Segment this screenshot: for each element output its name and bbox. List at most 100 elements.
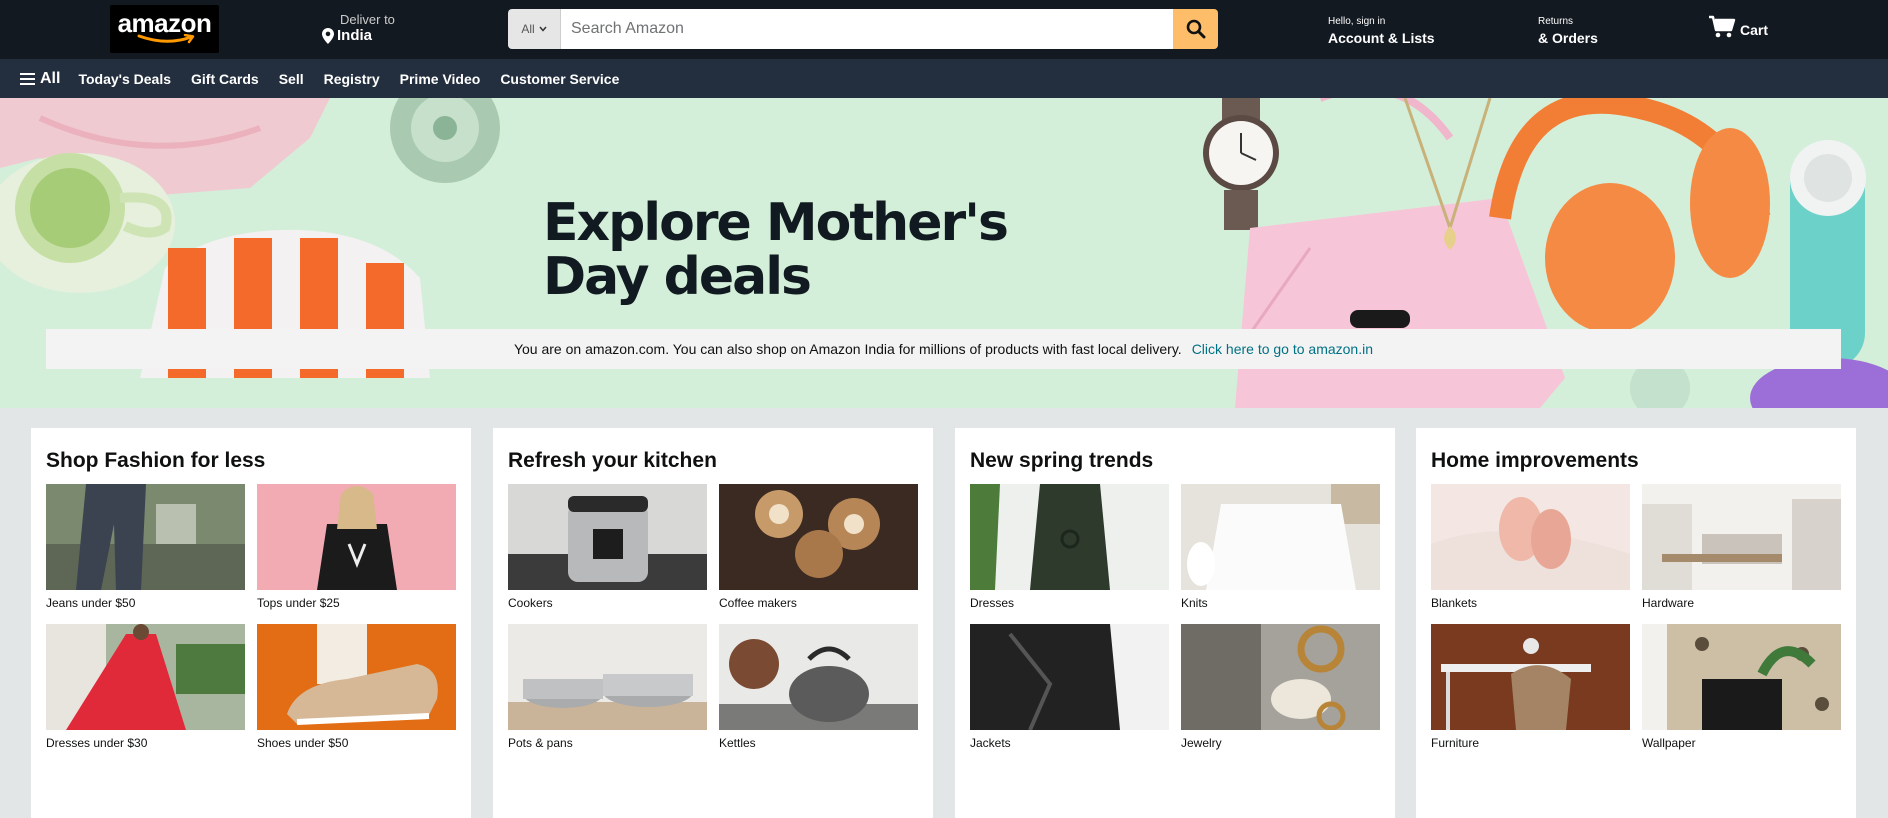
notice-text: You are on amazon.com. You can also shop… xyxy=(513,341,1182,357)
nav-all-menu[interactable]: All xyxy=(20,70,60,88)
pots-photo xyxy=(508,624,707,730)
cart-button[interactable]: Cart xyxy=(1708,14,1768,40)
tile-cookers[interactable]: Cookers xyxy=(508,484,707,610)
deliver-country-row: India xyxy=(322,27,395,44)
search-category-label: All xyxy=(521,22,535,36)
tile-label: Coffee makers xyxy=(719,596,797,610)
tile-image-coffee[interactable] xyxy=(719,484,918,590)
cart-label: Cart xyxy=(1740,22,1769,38)
pressure-cooker-photo xyxy=(508,484,707,590)
desk-chair-photo xyxy=(1431,624,1630,730)
tile-label: Jeans under $50 xyxy=(46,596,136,610)
sneaker-photo xyxy=(257,624,456,730)
tile-hardware[interactable]: Hardware xyxy=(1642,484,1841,610)
search-icon xyxy=(1186,19,1205,39)
wallpaper-photo xyxy=(1642,624,1841,730)
tile-shoes[interactable]: Shoes under $50 xyxy=(257,624,456,750)
search-bar: All xyxy=(508,9,1218,49)
tile-image-furniture[interactable] xyxy=(1431,624,1630,730)
nav-item-todays-deals[interactable]: Today's Deals xyxy=(78,71,171,87)
deliver-to-location[interactable]: Deliver to India xyxy=(322,12,395,44)
tile-image-jeans[interactable] xyxy=(46,484,245,590)
knit-sweater-photo xyxy=(1181,484,1380,590)
nav-item-gift-cards[interactable]: Gift Cards xyxy=(191,71,259,87)
smile-arrow-icon xyxy=(137,34,194,44)
jeans-photo xyxy=(46,484,245,590)
jewelry-photo xyxy=(1181,624,1380,730)
tile-label: Cookers xyxy=(508,596,553,610)
search-category-dropdown[interactable]: All xyxy=(508,9,561,49)
tile-jewelry[interactable]: Jewelry xyxy=(1181,624,1380,750)
location-pin-icon xyxy=(322,27,334,44)
tile-tops[interactable]: Tops under $25 xyxy=(257,484,456,610)
tile-coffee-makers[interactable]: Coffee makers xyxy=(719,484,918,610)
tile-image-kettles[interactable] xyxy=(719,624,918,730)
coffee-cups-photo xyxy=(719,484,918,590)
card-shop-fashion: Shop Fashion for less Jeans under $50 To… xyxy=(31,428,471,818)
search-button[interactable] xyxy=(1173,9,1218,49)
tile-image-knits[interactable] xyxy=(1181,484,1380,590)
cart-icon xyxy=(1709,15,1736,38)
tile-label: Jewelry xyxy=(1181,736,1222,750)
tile-image-tops[interactable] xyxy=(257,484,456,590)
tile-jeans[interactable]: Jeans under $50 xyxy=(46,484,245,610)
returns-label: Returns xyxy=(1538,16,1574,27)
tile-label: Blankets xyxy=(1431,596,1478,610)
card-title[interactable]: Shop Fashion for less xyxy=(46,448,456,474)
tile-image-blankets[interactable] xyxy=(1431,484,1630,590)
tile-jackets[interactable]: Jackets xyxy=(970,624,1169,750)
tile-furniture[interactable]: Furniture xyxy=(1431,624,1630,750)
tile-label: Dresses xyxy=(970,596,1015,610)
tile-dresses-under-30[interactable]: Dresses under $30 xyxy=(46,624,245,750)
tile-image-shoes[interactable] xyxy=(257,624,456,730)
tile-label: Wallpaper xyxy=(1642,736,1696,750)
tile-kettles[interactable]: Kettles xyxy=(719,624,918,750)
tile-dresses[interactable]: Dresses xyxy=(970,484,1169,610)
nav-item-registry[interactable]: Registry xyxy=(324,71,380,87)
nav-bar: All Today's Deals Gift Cards Sell Regist… xyxy=(0,59,1888,98)
tile-label: Dresses under $30 xyxy=(46,736,148,750)
tile-image-cookers[interactable] xyxy=(508,484,707,590)
top-header: amazon Deliver to India All Hello, sig xyxy=(0,0,1888,59)
blanket-photo xyxy=(1431,484,1630,590)
amazon-logo[interactable]: amazon xyxy=(110,5,219,53)
deliver-label: Deliver to xyxy=(340,12,395,27)
tile-image-pots[interactable] xyxy=(508,624,707,730)
tile-image-wallpaper[interactable] xyxy=(1642,624,1841,730)
nav-item-customer-service[interactable]: Customer Service xyxy=(500,71,619,87)
hamburger-menu-icon xyxy=(20,72,35,85)
tile-label: Knits xyxy=(1181,596,1208,610)
card-title[interactable]: Home improvements xyxy=(1431,448,1841,474)
logo-wordmark: amazon xyxy=(117,8,212,38)
tile-wallpaper[interactable]: Wallpaper xyxy=(1642,624,1841,750)
hero-title: Explore Mother's Day deals xyxy=(543,196,1063,304)
region-notice-banner: You are on amazon.com. You can also shop… xyxy=(46,329,1841,369)
account-and-lists[interactable]: Hello, sign in Account & Lists xyxy=(1328,16,1435,46)
returns-and-orders[interactable]: Returns & Orders xyxy=(1538,16,1598,46)
tile-image-hardware[interactable] xyxy=(1642,484,1841,590)
card-title[interactable]: New spring trends xyxy=(970,448,1380,474)
card-home-improvements: Home improvements Blankets Hardware Furn… xyxy=(1416,428,1856,818)
tile-blankets[interactable]: Blankets xyxy=(1431,484,1630,610)
red-dress-photo xyxy=(46,624,245,730)
card-new-spring-trends: New spring trends Dresses Knits Jackets … xyxy=(955,428,1395,818)
tile-label: Kettles xyxy=(719,736,756,750)
tile-image-dresses[interactable] xyxy=(970,484,1169,590)
nav-item-sell[interactable]: Sell xyxy=(279,71,304,87)
tile-image-dresses[interactable] xyxy=(46,624,245,730)
tile-image-jewelry[interactable] xyxy=(1181,624,1380,730)
tile-label: Hardware xyxy=(1642,596,1695,610)
tile-pots-pans[interactable]: Pots & pans xyxy=(508,624,707,750)
card-title[interactable]: Refresh your kitchen xyxy=(508,448,918,474)
account-greeting: Hello, sign in xyxy=(1328,16,1386,27)
tile-label: Pots & pans xyxy=(508,736,573,750)
kettle-photo xyxy=(719,624,918,730)
nav-item-prime-video[interactable]: Prime Video xyxy=(400,71,481,87)
go-to-amazon-in-link[interactable]: Click here to go to amazon.in xyxy=(1192,341,1373,357)
tile-label: Jackets xyxy=(970,736,1011,750)
search-input[interactable] xyxy=(561,9,1173,49)
tile-label: Shoes under $50 xyxy=(257,736,349,750)
tile-knits[interactable]: Knits xyxy=(1181,484,1380,610)
chevron-down-icon xyxy=(539,26,547,32)
tile-image-jackets[interactable] xyxy=(970,624,1169,730)
